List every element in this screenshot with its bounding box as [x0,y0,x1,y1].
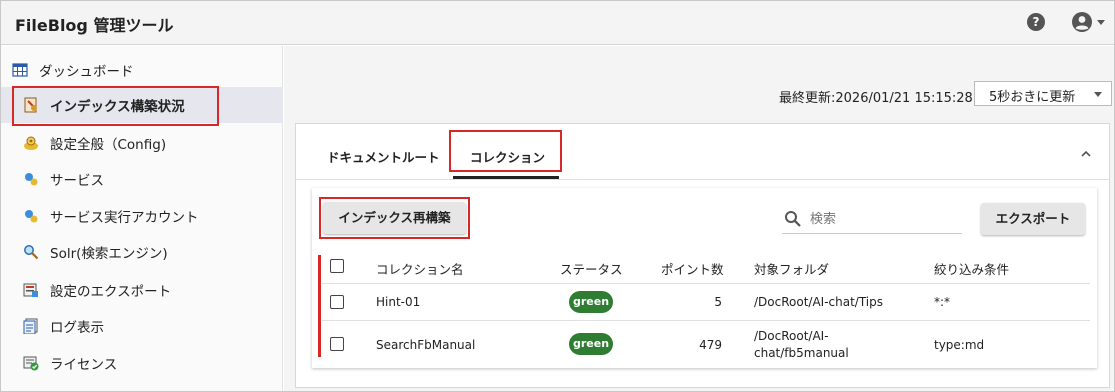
sidebar-item-label: ダッシュボード [39,64,134,80]
search-underline [782,233,962,234]
sidebar-item-solr[interactable]: Solr(検索エンジン) [1,234,283,270]
sidebar-item-service-account[interactable]: サービス実行アカウント [1,198,283,234]
target-folder: /DocRoot/AI- [754,329,829,343]
search-icon [785,211,801,227]
status-badge: green [569,333,613,355]
row-divider [322,283,1090,284]
config-icon [24,136,38,150]
account-icon[interactable] [1072,12,1092,32]
row-checkbox[interactable] [330,337,344,351]
help-icon[interactable]: ? [1027,13,1045,31]
column-header[interactable]: ポイント数 [661,259,724,278]
column-header[interactable]: 絞り込み条件 [934,259,1009,278]
search-input[interactable] [810,209,960,229]
sidebar-item-label: ライセンス [50,357,118,373]
filter-condition: *:* [934,295,951,309]
row-divider [322,320,1090,321]
target-folder: /DocRoot/AI-chat/Tips [754,295,883,309]
chevron-down-icon[interactable] [1097,20,1105,25]
column-header[interactable]: ステータス [560,259,623,278]
refresh-interval-select[interactable]: 5秒おきに更新 [974,81,1112,106]
highlight-bar [318,255,321,357]
column-header[interactable]: 対象フォルダ [754,259,829,278]
app-header: FileBlog 管理ツール [1,1,1114,45]
status-badge: green [569,291,613,313]
select-all-checkbox[interactable] [330,259,344,273]
sidebar-item-label: ログ表示 [50,320,104,336]
chevron-down-icon [1094,92,1102,97]
refresh-interval-value: 5秒おきに更新 [989,90,1076,105]
sidebar-item-dashboard[interactable]: ダッシュボード [1,52,283,88]
last-updated-text: 最終更新:2026/01/21 15:15:28 [779,91,973,106]
service-icon [25,173,38,186]
highlight-box [12,86,219,126]
point-count: 479 [699,338,722,352]
dashboard-icon [12,63,28,77]
highlight-box [449,130,562,172]
collection-name: SearchFbManual [376,338,476,352]
tab-document-root[interactable]: ドキュメントルート [327,147,440,166]
row-checkbox[interactable] [330,295,344,309]
app-title: FileBlog 管理ツール [15,16,174,35]
export-settings-icon [23,283,38,297]
license-icon [23,356,39,371]
tabs-divider [296,179,1109,180]
collection-name: Hint-01 [376,295,421,309]
log-icon [23,318,38,334]
sidebar-item-export-settings[interactable]: 設定のエクスポート [1,272,283,308]
sidebar-item-log[interactable]: ログ表示 [1,308,283,344]
sidebar-item-config[interactable]: 設定全般（Config) [1,125,283,161]
sidebar-item-label: サービス [50,173,104,189]
magnifier-icon [24,245,39,260]
sidebar-item-service[interactable]: サービス [1,161,283,197]
service-account-icon [25,210,38,223]
filter-condition: type:md [934,338,985,352]
target-folder-continued: chat/fb5manual [754,346,849,360]
sidebar-item-label: 設定全般（Config) [50,137,167,153]
export-button[interactable]: エクスポート [981,203,1085,235]
sidebar-item-label: 設定のエクスポート [50,284,172,300]
highlight-box [319,197,470,239]
sidebar-item-label: サービス実行アカウント [50,210,199,226]
sidebar-item-label: Solr(検索エンジン) [50,246,168,262]
point-count: 5 [714,295,722,309]
sidebar-item-license[interactable]: ライセンス [1,345,283,381]
chevron-up-icon[interactable] [1080,148,1092,160]
column-header[interactable]: コレクション名 [376,259,464,278]
